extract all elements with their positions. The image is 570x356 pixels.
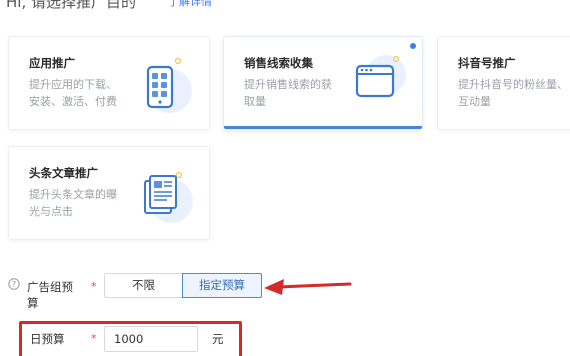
card-description: 提升销售线索的获取量 <box>244 78 332 108</box>
page-heading: Hi, 请选择推广目的 <box>6 0 136 11</box>
budget-option-specified[interactable]: 指定预算 <box>182 273 262 298</box>
required-mark: * <box>91 332 97 345</box>
selected-indicator-dot <box>410 43 416 49</box>
card-description: 提升头条文章的曝光与点击 <box>29 188 117 218</box>
card-toutiao-article[interactable]: 头条文章推广 提升头条文章的曝光与点击 <box>8 146 210 240</box>
help-circle-icon[interactable]: ? <box>8 278 20 290</box>
learn-more-link[interactable]: 了解详情 <box>168 0 212 9</box>
card-douyin-promotion[interactable]: 抖音号推广 提升抖音号的粉丝量、互动量 <box>437 36 570 130</box>
annotation-arrow <box>264 279 352 295</box>
daily-budget-input[interactable]: 1000 <box>104 326 198 352</box>
svg-text:?: ? <box>12 280 16 289</box>
card-app-promotion[interactable]: 应用推广 提升应用的下载、安装、激活、付费 <box>8 36 210 130</box>
card-title: 头条文章推广 <box>29 166 98 180</box>
browser-window-icon <box>355 55 406 98</box>
article-icon <box>144 171 193 223</box>
page-root: Hi, 请选择推广目的 了解详情 应用推广 提升应用的下载、安装、激活、付费 销… <box>0 0 570 356</box>
currency-unit: 元 <box>212 332 224 346</box>
card-description: 提升应用的下载、安装、激活、付费 <box>29 78 117 108</box>
ad-group-budget-label: 广告组预算 <box>27 280 73 310</box>
budget-option-unlimited[interactable]: 不限 <box>104 273 182 298</box>
card-title: 抖音号推广 <box>458 56 516 70</box>
daily-budget-label: 日预算 <box>30 332 65 346</box>
card-title: 销售线索收集 <box>244 56 313 70</box>
card-description: 提升抖音号的粉丝量、互动量 <box>458 78 568 108</box>
required-mark: * <box>91 280 97 293</box>
phone-icon <box>146 57 192 113</box>
card-sales-leads[interactable]: 销售线索收集 提升销售线索的获取量 <box>223 36 423 130</box>
card-title: 应用推广 <box>29 56 75 70</box>
